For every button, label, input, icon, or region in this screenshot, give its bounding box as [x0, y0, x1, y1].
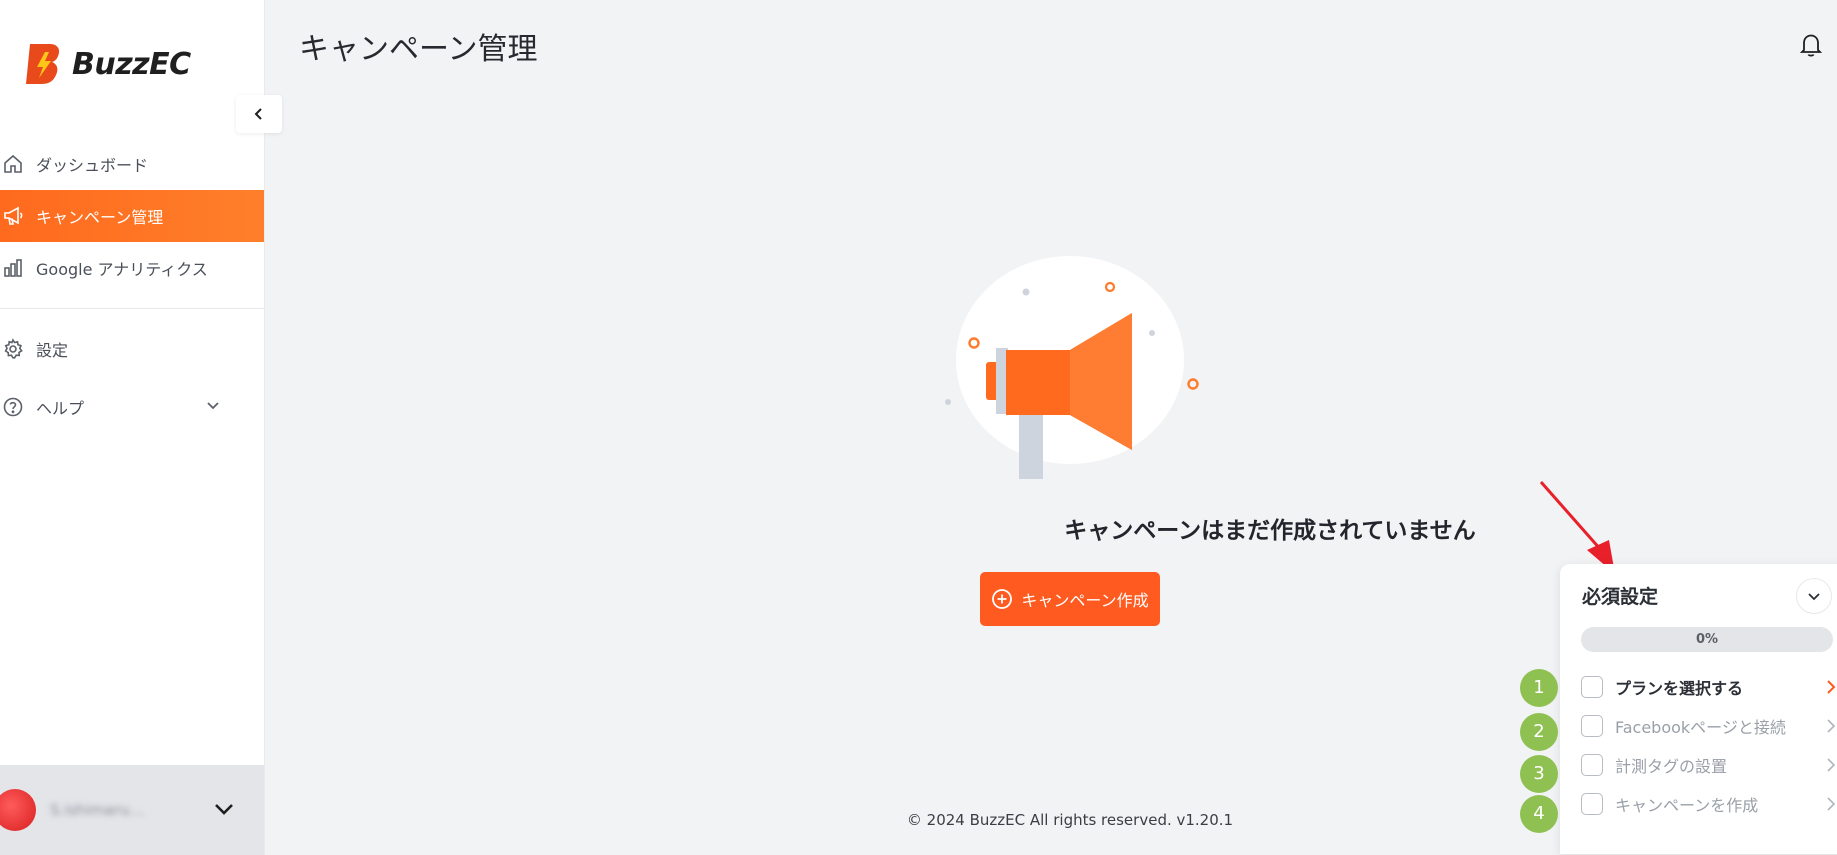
step-label: 計測タグの設置 [1615, 757, 1728, 776]
chevron-right-icon [1825, 796, 1837, 816]
logo[interactable]: BuzzEC [24, 42, 191, 86]
megaphone-icon [2, 205, 24, 227]
create-campaign-label: キャンペーン作成 [1021, 591, 1149, 610]
step-label: キャンペーンを作成 [1615, 796, 1759, 815]
setup-step-1[interactable]: プランを選択する [1581, 673, 1837, 701]
plus-circle-icon [991, 588, 1013, 610]
sidebar-item-label: ダッシュボード [36, 156, 149, 175]
step-number-badge: 2 [1520, 713, 1558, 751]
create-campaign-button[interactable]: キャンペーン作成 [980, 572, 1160, 626]
chevron-down-icon[interactable] [206, 397, 220, 416]
bar-chart-icon [2, 257, 24, 279]
annotation-arrow-icon [1539, 481, 1615, 574]
sidebar-item-label: 設定 [36, 341, 69, 360]
chevron-right-icon [1825, 757, 1837, 777]
setup-step-2[interactable]: Facebookページと接続 [1581, 712, 1837, 740]
avatar [0, 789, 36, 831]
user-name: S.ishimaru... [50, 801, 144, 819]
sidebar-item-campaigns[interactable]: キャンペーン管理 [0, 190, 264, 242]
progress-label: 0% [1695, 632, 1719, 647]
step-checkbox[interactable] [1581, 676, 1603, 698]
panel-title: 必須設定 [1582, 586, 1659, 608]
empty-state-message: キャンペーンはまだ作成されていません [1064, 518, 1476, 544]
sidebar-item-label: Google アナリティクス [36, 260, 208, 279]
step-number-badge: 3 [1520, 755, 1558, 793]
sidebar-item-help[interactable]: ヘルプ [0, 381, 264, 433]
panel-collapse-button[interactable] [1796, 578, 1832, 614]
step-checkbox[interactable] [1581, 793, 1603, 815]
sidebar-item-dashboard[interactable]: ダッシュボード [0, 138, 264, 190]
step-checkbox[interactable] [1581, 715, 1603, 737]
page-title: キャンペーン管理 [299, 32, 538, 67]
sidebar-item-settings[interactable]: 設定 [0, 323, 264, 375]
setup-progress-bar: 0% [1581, 627, 1833, 652]
chevron-down-icon[interactable] [214, 801, 234, 820]
gear-icon [2, 338, 24, 360]
chevron-down-icon [1808, 593, 1820, 601]
sidebar-nav: ダッシュボード キャンペーン管理 Google アナリティクス 設定 ヘルプ [0, 138, 264, 433]
notification-bell-icon[interactable] [1799, 32, 1823, 62]
chevron-left-icon [254, 108, 262, 120]
user-menu[interactable]: S.ishimaru... [0, 765, 264, 855]
sidebar-item-label: ヘルプ [36, 399, 85, 418]
chevron-right-icon [1825, 679, 1837, 699]
sidebar-item-google-analytics[interactable]: Google アナリティクス [0, 242, 264, 294]
required-setup-panel: 必須設定 0% プランを選択する Facebookページと接続 計測タグの設置 … [1560, 564, 1837, 854]
sidebar: BuzzEC ダッシュボード キャンペーン管理 Google アナリティクス 設… [0, 0, 265, 855]
setup-step-3[interactable]: 計測タグの設置 [1581, 751, 1837, 779]
step-number-badge: 4 [1520, 795, 1558, 833]
step-checkbox[interactable] [1581, 754, 1603, 776]
home-icon [2, 153, 24, 175]
sidebar-collapse-button[interactable] [236, 95, 282, 133]
nav-divider [0, 308, 264, 309]
logo-icon [26, 44, 60, 84]
help-icon [2, 396, 24, 418]
setup-step-4[interactable]: キャンペーンを作成 [1581, 790, 1837, 818]
step-label: プランを選択する [1615, 679, 1744, 698]
sidebar-item-label: キャンペーン管理 [36, 208, 164, 227]
footer-copyright: © 2024 BuzzEC All rights reserved. v1.20… [906, 811, 1234, 829]
chevron-right-icon [1825, 718, 1837, 738]
logo-text: BuzzEC [72, 46, 191, 82]
step-label: Facebookページと接続 [1615, 718, 1786, 737]
step-number-badge: 1 [1520, 669, 1558, 707]
megaphone-illustration [945, 256, 1199, 479]
